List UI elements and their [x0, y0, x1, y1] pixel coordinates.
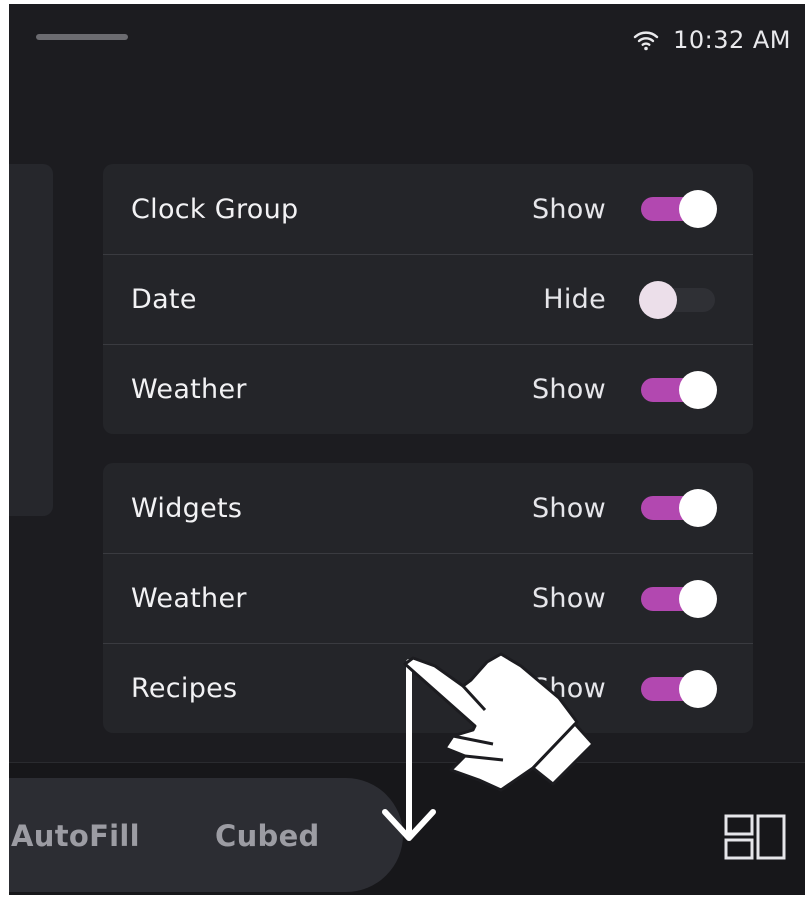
drag-handle[interactable]: [36, 34, 128, 40]
toggle-switch[interactable]: [639, 489, 719, 527]
setting-label: Widgets: [131, 492, 243, 524]
mode-autofill[interactable]: AutoFill: [11, 819, 140, 853]
setting-state: Show: [531, 583, 606, 614]
bottom-bar: AutoFill Cubed: [9, 762, 805, 895]
setting-state: Show: [531, 673, 606, 704]
toggle-switch[interactable]: [639, 190, 719, 228]
setting-state: Show: [531, 193, 606, 225]
setting-label: Weather: [131, 374, 247, 405]
setting-state: Hide: [543, 284, 606, 315]
side-panel[interactable]: [9, 164, 53, 516]
setting-row-weather[interactable]: Weather Show: [103, 344, 753, 434]
toggle-switch[interactable]: [639, 280, 719, 319]
settings-card-widgets: Widgets Show Weather Show Recipes Show: [103, 463, 753, 733]
status-time: 10:32 AM: [673, 26, 791, 54]
status-bar: 10:32 AM: [633, 26, 791, 54]
setting-row-widgets[interactable]: Widgets Show: [103, 463, 753, 553]
setting-row-recipes[interactable]: Recipes Show: [103, 643, 753, 733]
setting-state: Show: [531, 492, 606, 524]
layout-toggle-icon[interactable]: [724, 814, 786, 860]
wifi-icon: [633, 29, 659, 51]
toggle-switch[interactable]: [639, 579, 719, 618]
setting-label: Recipes: [131, 673, 238, 704]
mode-cubed[interactable]: Cubed: [215, 819, 320, 853]
setting-label: Date: [131, 284, 197, 315]
toggle-switch[interactable]: [639, 669, 719, 708]
setting-label: Clock Group: [131, 193, 299, 225]
setting-row-widget-weather[interactable]: Weather Show: [103, 553, 753, 643]
setting-row-date[interactable]: Date Hide: [103, 254, 753, 344]
device-screen: 10:32 AM Clock Group Show Date Hide Weat…: [9, 4, 805, 895]
toggle-switch[interactable]: [639, 370, 719, 409]
setting-state: Show: [531, 374, 606, 405]
settings-card-clock: Clock Group Show Date Hide Weather Show: [103, 164, 753, 434]
setting-label: Weather: [131, 583, 247, 614]
setting-row-clock-group[interactable]: Clock Group Show: [103, 164, 753, 254]
